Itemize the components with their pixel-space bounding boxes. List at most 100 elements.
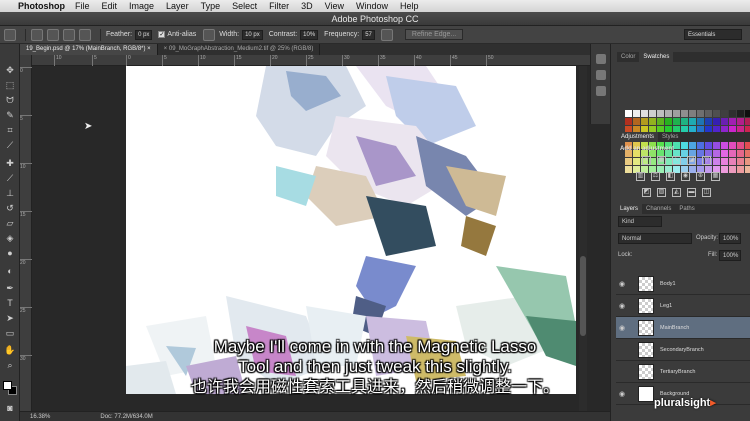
- invert-icon[interactable]: ◩: [642, 188, 651, 197]
- selective-color-icon[interactable]: ◫: [702, 188, 711, 197]
- opacity-input[interactable]: 100%: [719, 233, 741, 244]
- color-swatch[interactable]: [729, 110, 736, 117]
- quick-mask-icon[interactable]: ◙: [4, 402, 16, 414]
- color-swatch[interactable]: [625, 166, 632, 173]
- brightness-icon[interactable]: ☀: [642, 156, 651, 165]
- color-swatch[interactable]: [641, 110, 648, 117]
- color-swatch[interactable]: [673, 110, 680, 117]
- lasso-tool-icon[interactable]: ᗢ: [4, 94, 16, 106]
- tab-09-mograph[interactable]: × 09_MoGraphAbstraction_Medium2.tif @ 25…: [158, 44, 321, 55]
- menu-select[interactable]: Select: [232, 1, 257, 11]
- menu-help[interactable]: Help: [400, 1, 419, 11]
- tab-styles[interactable]: Styles: [658, 132, 682, 142]
- color-swatch[interactable]: [665, 118, 672, 125]
- color-swatch[interactable]: [625, 158, 632, 165]
- color-swatch[interactable]: [721, 142, 728, 149]
- color-swatch[interactable]: [633, 110, 640, 117]
- menu-3d[interactable]: 3D: [301, 1, 313, 11]
- type-tool-icon[interactable]: T: [4, 297, 16, 309]
- workspace-select[interactable]: Essentials: [684, 29, 742, 40]
- color-swatch[interactable]: [681, 118, 688, 125]
- eraser-tool-icon[interactable]: ▱: [4, 217, 16, 229]
- layer-body1[interactable]: ◉ Body1: [616, 273, 750, 295]
- color-swatch[interactable]: [625, 110, 632, 117]
- color-balance-icon[interactable]: ⚖: [651, 172, 660, 181]
- contrast-input[interactable]: 10%: [300, 29, 319, 40]
- eye-icon[interactable]: ◉: [616, 280, 628, 288]
- color-swatch[interactable]: [737, 142, 744, 149]
- color-swatch[interactable]: [673, 118, 680, 125]
- color-swatch[interactable]: [713, 158, 720, 165]
- color-swatch[interactable]: [737, 166, 744, 173]
- color-swatch[interactable]: [745, 118, 750, 125]
- color-swatch[interactable]: [625, 118, 632, 125]
- color-swatch[interactable]: [745, 158, 750, 165]
- color-swatch[interactable]: [657, 110, 664, 117]
- color-swatch[interactable]: [737, 158, 744, 165]
- color-swatch[interactable]: [633, 158, 640, 165]
- quick-select-tool-icon[interactable]: ✎: [4, 109, 16, 121]
- layer-filter-select[interactable]: Kind: [618, 216, 662, 227]
- properties-icon[interactable]: [596, 70, 606, 80]
- color-swatch[interactable]: [697, 110, 704, 117]
- frequency-input[interactable]: 57: [362, 29, 375, 40]
- color-swatch[interactable]: [641, 118, 648, 125]
- path-select-icon[interactable]: ➤: [4, 312, 16, 324]
- pen-tool-icon[interactable]: ✒: [4, 282, 16, 294]
- color-swatch[interactable]: [673, 142, 680, 149]
- width-input[interactable]: 10 px: [242, 29, 263, 40]
- feather-input[interactable]: 0 px: [135, 29, 153, 40]
- tab-color[interactable]: Color: [617, 52, 639, 62]
- black-white-icon[interactable]: ◧: [666, 172, 675, 181]
- color-swatch[interactable]: [681, 142, 688, 149]
- photo-filter-icon[interactable]: ◉: [681, 172, 690, 181]
- close-icon[interactable]: ×: [164, 46, 168, 52]
- color-swatch[interactable]: [697, 118, 704, 125]
- menu-filter[interactable]: Filter: [269, 1, 289, 11]
- app-menu[interactable]: Photoshop: [18, 1, 65, 11]
- color-swatch[interactable]: [633, 118, 640, 125]
- color-swatch[interactable]: [689, 142, 696, 149]
- subtract-selection-icon[interactable]: [63, 28, 75, 41]
- color-swatch[interactable]: [705, 110, 712, 117]
- shape-tool-icon[interactable]: ▭: [4, 327, 16, 339]
- color-swatch[interactable]: [705, 118, 712, 125]
- color-swatch[interactable]: [721, 110, 728, 117]
- color-lookup-icon[interactable]: ▦: [711, 172, 720, 181]
- scrollbar-thumb[interactable]: [580, 256, 586, 336]
- zoom-tool-icon[interactable]: ⌕: [4, 359, 16, 371]
- tablet-pressure-icon[interactable]: [203, 28, 216, 41]
- color-swatch[interactable]: [713, 142, 720, 149]
- menu-file[interactable]: File: [75, 1, 90, 11]
- menu-layer[interactable]: Layer: [166, 1, 189, 11]
- tab-19-begin[interactable]: 19_Begin.psd @ 17% (MainBranch, RGB/8*) …: [20, 44, 158, 55]
- blend-mode-select[interactable]: Normal: [618, 233, 692, 244]
- blur-tool-icon[interactable]: ●: [4, 247, 16, 259]
- magnetic-lasso-icon[interactable]: [4, 28, 16, 41]
- marquee-tool-icon[interactable]: ⬚: [4, 79, 16, 91]
- tab-adjustments[interactable]: Adjustments: [617, 132, 659, 142]
- posterize-icon[interactable]: ▨: [657, 188, 666, 197]
- zoom-level[interactable]: 16.38%: [30, 414, 50, 420]
- color-swatch[interactable]: [737, 110, 744, 117]
- hue-saturation-icon[interactable]: ▥: [636, 172, 645, 181]
- hand-tool-icon[interactable]: ✋: [4, 344, 16, 356]
- channel-mixer-icon[interactable]: ⊕: [696, 172, 705, 181]
- pen-pressure-icon[interactable]: [380, 28, 393, 41]
- history-icon[interactable]: [596, 54, 606, 64]
- color-swatch[interactable]: [721, 150, 728, 157]
- info-icon[interactable]: [596, 86, 606, 96]
- new-selection-icon[interactable]: [31, 28, 43, 41]
- color-swatch[interactable]: [713, 150, 720, 157]
- menu-type[interactable]: Type: [201, 1, 221, 11]
- move-tool-icon[interactable]: ✥: [4, 64, 16, 76]
- color-swatch[interactable]: [721, 118, 728, 125]
- color-swatch[interactable]: [705, 142, 712, 149]
- eyedropper-tool-icon[interactable]: ⟋: [4, 139, 16, 151]
- clone-stamp-icon[interactable]: ⊥: [4, 187, 16, 199]
- gradient-map-icon[interactable]: ▬: [687, 188, 696, 197]
- color-swatch[interactable]: [745, 142, 750, 149]
- add-selection-icon[interactable]: [47, 28, 59, 41]
- intersect-selection-icon[interactable]: [79, 28, 91, 41]
- levels-icon[interactable]: ▦: [657, 156, 666, 165]
